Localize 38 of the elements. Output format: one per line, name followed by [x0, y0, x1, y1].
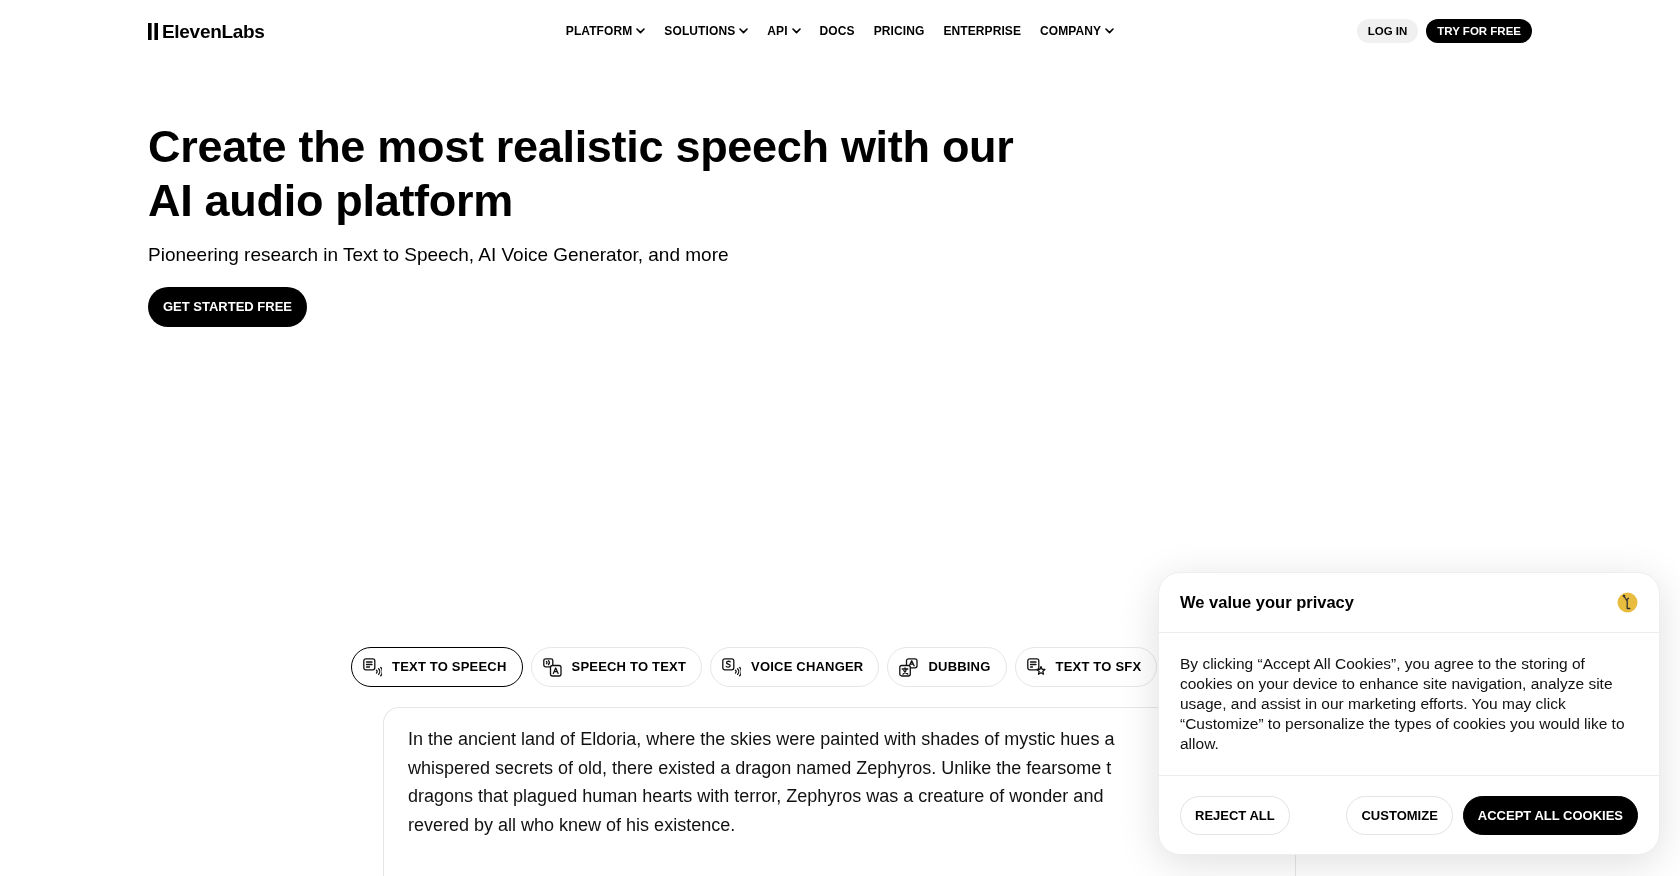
chevron-down-icon [739, 28, 749, 34]
hero-subtitle: Pioneering research in Text to Speech, AI Voice Generator, and more [148, 243, 729, 267]
nav-link[interactable]: PLATFORM [565, 25, 646, 37]
feature-tab[interactable]: VOICE CHANGER [710, 647, 880, 687]
hero-heading: Create the most realistic speech with our AI audio platform [148, 120, 1015, 228]
sample-text-line: whispered secrets of old, there existed a dragon named Zephyros. Unlike the fearsome t [408, 756, 1112, 780]
log-in-button[interactable]: LOG IN [1356, 19, 1419, 43]
nav-link[interactable]: COMPANY [1040, 25, 1115, 37]
logo-bars-icon [148, 22, 160, 40]
nav-link[interactable]: API [767, 25, 801, 37]
nav-link[interactable]: DOCS [819, 25, 855, 37]
get-started-button[interactable]: GET STARTED FREE [148, 287, 308, 327]
cookie-option-button[interactable]: CUSTOMIZE [1346, 796, 1453, 835]
chevron-down-icon [636, 28, 646, 34]
chevron-down-icon [791, 28, 801, 34]
try-free-button[interactable]: TRY FOR FREE [1426, 19, 1532, 43]
text-speech-icon [363, 657, 382, 677]
voice-waves-icon [722, 657, 742, 677]
chevron-down-icon [1105, 28, 1115, 34]
feature-tab[interactable]: TEXT TO SPEECH [351, 647, 523, 687]
accept-button[interactable]: ACCEPT ALL COOKIES [1462, 796, 1638, 835]
speech-text-icon [542, 657, 562, 677]
brand-logo[interactable]: ElevenLabs [148, 21, 265, 41]
round-emblem-icon [1617, 592, 1638, 613]
sample-text-line: dragons that plagued human hearts with terror, Zephyros was a creature of wonder and [408, 785, 1104, 809]
nav-link[interactable]: SOLUTIONS [664, 25, 749, 37]
dialog-title: We value your privacy [1180, 592, 1354, 613]
dialog-message: By clicking “Accept All Cookies”, you agree to the storing of cookies on your device to enhance site navigation, analyze site usage, and assist in our marketing efforts. You may click “Customize” to personalize the types of cookies you would like to allow. [1159, 633, 1659, 776]
cookie-option-button[interactable]: REJECT ALL [1180, 796, 1290, 835]
nav-link[interactable]: PRICING [873, 25, 925, 37]
feature-tab[interactable]: DUBBING [887, 647, 1007, 687]
feature-tab[interactable]: SPEECH TO TEXT [530, 647, 703, 687]
nav-link[interactable]: ENTERPRISE [943, 25, 1022, 37]
translate-boxes-icon [899, 657, 919, 677]
sparkle-box-icon [1026, 657, 1046, 677]
sample-text-line: In the ancient land of Eldoria, where the skies were painted with shades of mystic hues a [408, 728, 1115, 751]
feature-tab[interactable]: TEXT TO SFX [1014, 647, 1158, 687]
sample-text-line: revered by all who knew of his existence. [408, 813, 736, 837]
